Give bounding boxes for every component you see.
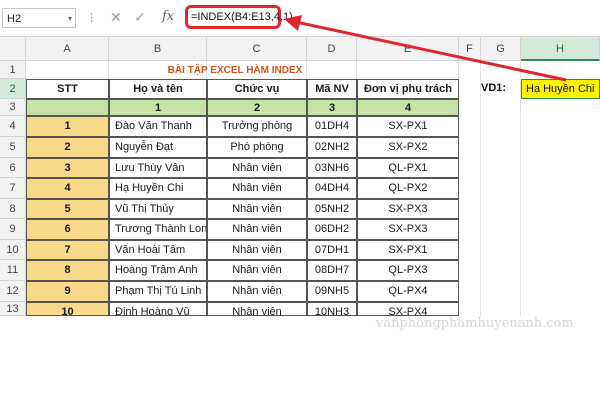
watermark: vanphongphamhuyenanh.com	[376, 316, 574, 331]
annotation-arrow	[284, 15, 567, 82]
arrow-line	[295, 20, 567, 82]
arrowhead	[284, 15, 302, 31]
